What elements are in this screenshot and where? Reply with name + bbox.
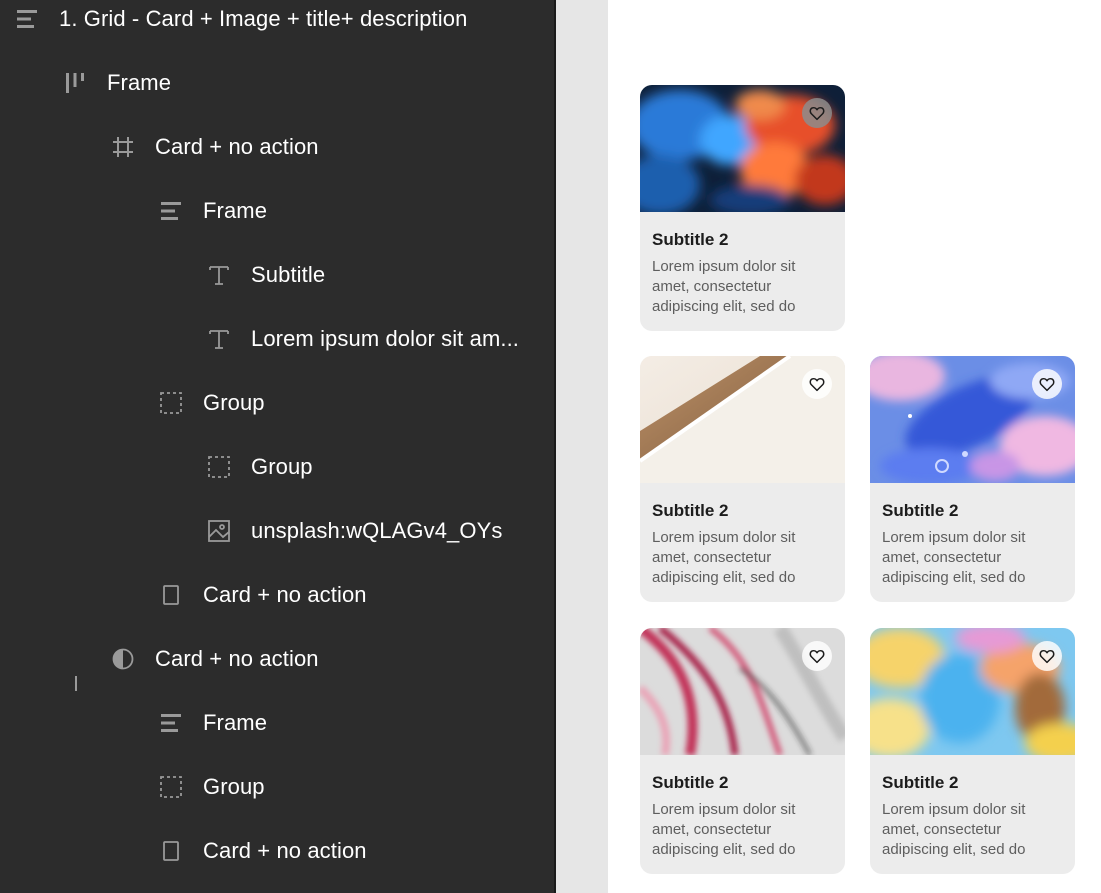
- canvas[interactable]: Subtitle 2 Lorem ipsum dolor sit amet, c…: [608, 0, 1101, 893]
- card[interactable]: Subtitle 2 Lorem ipsum dolor sit amet, c…: [640, 356, 845, 602]
- layers-panel: 1. Grid - Card + Image + title+ descript…: [0, 0, 554, 893]
- layer-label: Card + no action: [203, 838, 367, 863]
- card-title: Subtitle 2: [652, 773, 729, 792]
- card[interactable]: Subtitle 2 Lorem ipsum dolor sit amet, c…: [640, 628, 845, 874]
- auto-layout-vertical-icon: [159, 711, 183, 735]
- card[interactable]: Subtitle 2 Lorem ipsum dolor sit amet, c…: [640, 85, 845, 331]
- layer-label: Frame: [203, 710, 268, 735]
- layer-label: Frame: [203, 198, 268, 223]
- favorite-button[interactable]: [802, 641, 832, 671]
- favorite-button[interactable]: [802, 98, 832, 128]
- layer-label: Frame: [107, 70, 172, 95]
- card-title: Subtitle 2: [652, 230, 729, 249]
- heart-outline-icon: [809, 377, 825, 392]
- auto-layout-horizontal-icon: [63, 71, 87, 95]
- rectangle-icon: [159, 583, 183, 607]
- favorite-button[interactable]: [1032, 369, 1062, 399]
- favorite-button[interactable]: [1032, 641, 1062, 671]
- rectangle-icon: [159, 839, 183, 863]
- layer-label: Card + no action: [155, 646, 319, 671]
- card-description: Lorem ipsum dolor sit amet, consectetur …: [652, 258, 796, 315]
- layer-row-image[interactable]: unsplash:wQLAGv4_OYs: [0, 499, 554, 563]
- canvas-gutter: [556, 0, 608, 893]
- favorite-button[interactable]: [802, 369, 832, 399]
- layer-label: Group: [203, 390, 265, 415]
- layer-row-lorem[interactable]: Lorem ipsum dolor sit am...: [0, 307, 554, 371]
- frame-grid-icon: [111, 135, 135, 159]
- indent-guide: [75, 676, 77, 691]
- card-title: Subtitle 2: [652, 501, 729, 520]
- heart-outline-icon: [809, 649, 825, 664]
- image-icon: [207, 519, 231, 543]
- card-description: Lorem ipsum dolor sit amet, consectetur …: [652, 801, 796, 858]
- card-title: Subtitle 2: [882, 501, 959, 520]
- heart-outline-icon: [1039, 377, 1055, 392]
- layer-label: Card + no action: [203, 582, 367, 607]
- group-icon: [159, 391, 183, 415]
- heart-outline-icon: [1039, 649, 1055, 664]
- layer-row-subtitle[interactable]: Subtitle: [0, 243, 554, 307]
- layer-row-group[interactable]: Group: [0, 371, 554, 435]
- card-description: Lorem ipsum dolor sit amet, consectetur …: [882, 529, 1026, 586]
- layer-row-card[interactable]: Card + no action: [0, 819, 554, 883]
- layer-label: unsplash:wQLAGv4_OYs: [251, 518, 503, 543]
- layer-row-group[interactable]: Group: [0, 435, 554, 499]
- layer-label: Subtitle: [251, 262, 326, 287]
- layer-label: 1. Grid - Card + Image + title+ descript…: [59, 6, 468, 31]
- layer-row-frame[interactable]: Frame: [0, 51, 554, 115]
- layer-row-card[interactable]: Card + no action: [0, 115, 554, 179]
- layer-label: Group: [251, 454, 313, 479]
- auto-layout-vertical-icon: [159, 199, 183, 223]
- group-icon: [207, 455, 231, 479]
- layer-row-group[interactable]: Group: [0, 755, 554, 819]
- auto-layout-vertical-icon: [15, 7, 39, 31]
- text-icon: [207, 327, 231, 351]
- layer-label: Group: [203, 774, 265, 799]
- layer-row-frame[interactable]: Frame: [0, 691, 554, 755]
- layer-label: Card + no action: [155, 134, 319, 159]
- card[interactable]: Subtitle 2 Lorem ipsum dolor sit amet, c…: [870, 628, 1075, 874]
- heart-outline-icon: [809, 106, 825, 121]
- card-description: Lorem ipsum dolor sit amet, consectetur …: [882, 801, 1026, 858]
- card-description: Lorem ipsum dolor sit amet, consectetur …: [652, 529, 796, 586]
- card-title: Subtitle 2: [882, 773, 959, 792]
- component-instance-icon: [111, 647, 135, 671]
- layer-row-frame[interactable]: Frame: [0, 179, 554, 243]
- layer-label: Lorem ipsum dolor sit am...: [251, 326, 520, 351]
- group-icon: [159, 775, 183, 799]
- text-icon: [207, 263, 231, 287]
- layer-row-grid[interactable]: 1. Grid - Card + Image + title+ descript…: [0, 0, 554, 51]
- layer-row-card[interactable]: Card + no action: [0, 563, 554, 627]
- layer-row-card[interactable]: Card + no action: [0, 627, 554, 691]
- card[interactable]: Subtitle 2 Lorem ipsum dolor sit amet, c…: [870, 356, 1075, 602]
